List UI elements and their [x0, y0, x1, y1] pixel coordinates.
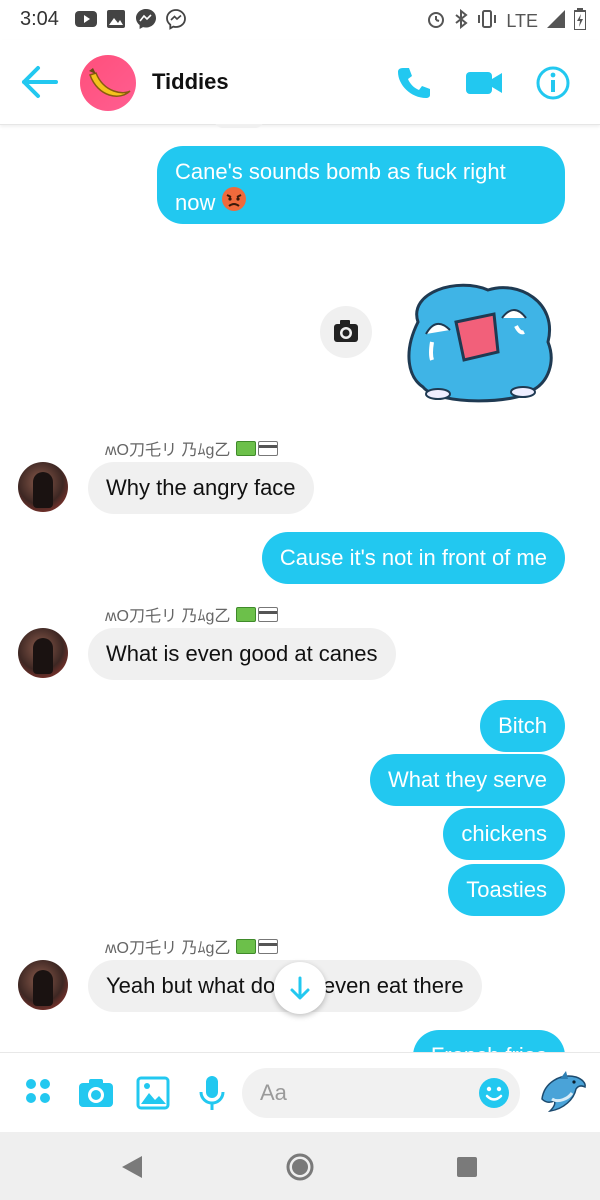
message-bubble-incoming[interactable]: Why the angry face	[88, 462, 314, 514]
gallery-notification-icon	[105, 8, 127, 30]
nav-recents-icon[interactable]	[450, 1150, 484, 1184]
alarm-icon	[426, 9, 446, 34]
sender-name-text: ʍO刀乇リ 乃ﾑg乙	[105, 940, 231, 957]
emoji-icon[interactable]	[478, 1077, 510, 1109]
info-icon[interactable]	[534, 64, 572, 102]
chat-title[interactable]: Tiddies	[152, 69, 229, 95]
message-text: What is even good at canes	[106, 641, 378, 666]
vibrate-icon	[476, 9, 498, 34]
messenger-notification-icon	[135, 8, 157, 30]
scroll-to-bottom-button[interactable]	[274, 962, 326, 1014]
message-text: Cause it's not in front of me	[279, 545, 547, 570]
sender-name-text: ʍO刀乇リ 乃ﾑg乙	[105, 608, 231, 625]
camera-icon[interactable]	[320, 306, 372, 358]
message-bubble-incoming[interactable]: What is even good at canes	[88, 628, 396, 680]
youtube-icon	[75, 8, 97, 30]
arrow-left-icon[interactable]	[20, 64, 60, 100]
message-text: Toasties	[466, 877, 547, 902]
message-thread[interactable]: Cane's sounds bomb as fuck right now ʍO刀…	[0, 124, 600, 1052]
microphone-icon[interactable]	[192, 1073, 232, 1113]
message-bubble-outgoing[interactable]: What they serve	[370, 754, 565, 806]
messenger-outline-icon	[165, 8, 187, 30]
message-bubble-outgoing[interactable]: Cane's sounds bomb as fuck right now	[157, 146, 565, 224]
arrow-down-icon	[290, 976, 310, 1000]
message-text: What they serve	[388, 767, 547, 792]
message-bubble-outgoing[interactable]: Toasties	[448, 864, 565, 916]
sender-name: ʍO刀乇リ 乃ﾑg乙	[105, 602, 279, 626]
notification-icons	[75, 8, 187, 30]
money-card-icon	[236, 440, 279, 456]
message-bubble-outgoing[interactable]: Cause it's not in front of me	[261, 532, 565, 584]
sender-avatar[interactable]	[18, 960, 68, 1010]
image-icon[interactable]	[134, 1073, 174, 1113]
message-bubble-outgoing[interactable]: French fries	[412, 1030, 565, 1052]
sender-avatar[interactable]	[18, 628, 68, 678]
more-apps-icon[interactable]	[20, 1073, 60, 1113]
message-bubble-outgoing[interactable]: Bitch	[480, 700, 565, 752]
angry-face-icon	[221, 186, 247, 219]
message-text: now	[175, 189, 216, 215]
camera-icon[interactable]	[76, 1073, 116, 1113]
chat-header: Tiddies	[0, 40, 600, 125]
sender-name-text: ʍO刀乇リ 乃ﾑg乙	[105, 442, 231, 459]
message-bubble-outgoing[interactable]: chickens	[443, 808, 565, 860]
battery-icon	[573, 8, 587, 35]
message-text: Cane's sounds bomb as fuck right	[175, 159, 506, 184]
system-navigation-bar	[0, 1132, 600, 1200]
system-icons: LTE	[426, 8, 587, 35]
sender-name: ʍO刀乇リ 乃ﾑg乙	[105, 436, 279, 460]
nav-back-icon[interactable]	[116, 1150, 150, 1184]
status-bar: 3:04 LTE	[0, 0, 600, 40]
message-text: Why the angry face	[106, 475, 296, 500]
message-text: Bitch	[498, 713, 547, 738]
chat-avatar[interactable]	[80, 55, 136, 111]
video-camera-icon[interactable]	[464, 64, 502, 102]
partial-bubble-top	[214, 124, 264, 128]
message-text: French fries	[431, 1043, 547, 1052]
message-text: chickens	[461, 821, 547, 846]
network-type-label: LTE	[506, 11, 538, 31]
signal-icon	[546, 9, 566, 34]
phone-icon[interactable]	[394, 64, 432, 102]
nav-home-icon[interactable]	[283, 1150, 317, 1184]
status-time: 3:04	[20, 8, 59, 30]
bluetooth-icon	[454, 8, 468, 34]
sender-avatar[interactable]	[18, 462, 68, 512]
money-card-icon	[236, 938, 279, 954]
banana-icon	[89, 68, 131, 97]
sender-name: ʍO刀乇リ 乃ﾑg乙	[105, 934, 279, 958]
dolphin-icon[interactable]	[538, 1069, 588, 1117]
crying-sticker-image[interactable]	[398, 282, 558, 412]
message-composer	[0, 1052, 600, 1133]
money-card-icon	[236, 606, 279, 622]
